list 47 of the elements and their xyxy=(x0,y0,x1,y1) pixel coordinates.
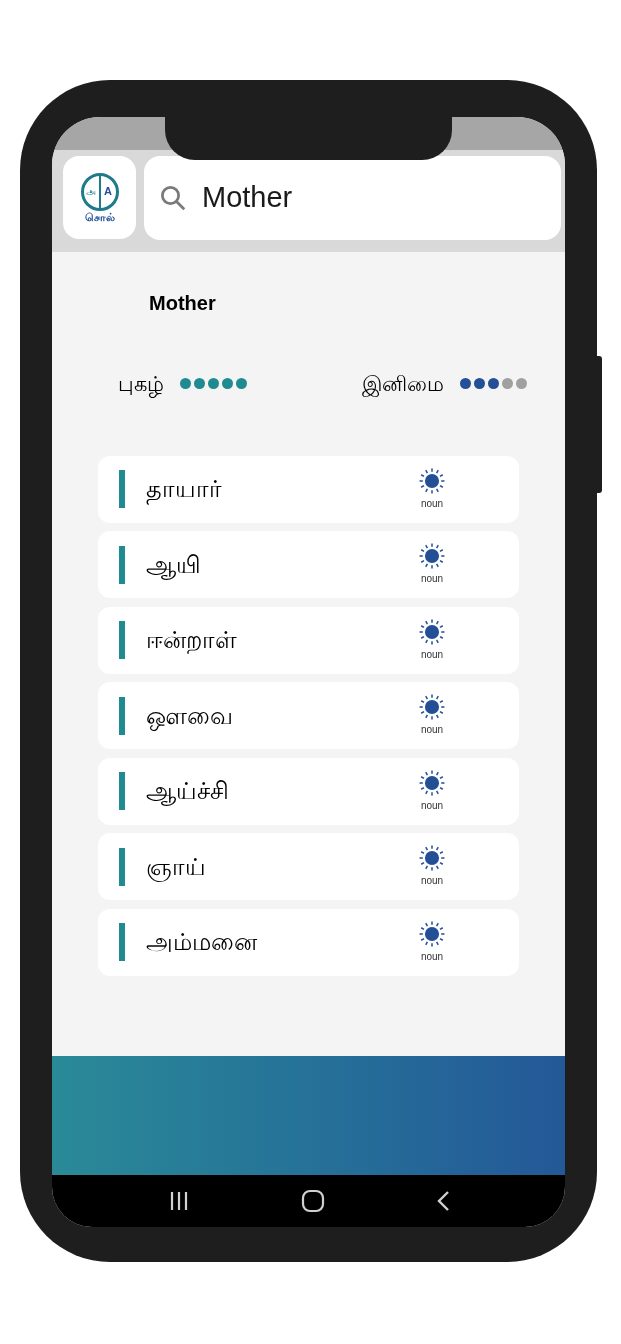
word-text: ஆயி xyxy=(146,549,202,582)
logo-word: சொல் xyxy=(84,211,115,223)
app-logo[interactable]: அ A சொல் xyxy=(63,156,136,239)
word-text: ஆய்ச்சி xyxy=(146,776,230,808)
sun-icon xyxy=(419,769,445,796)
word-text: ஔவை xyxy=(146,700,234,733)
sun-icon xyxy=(419,467,445,494)
rating-label: இனிமை xyxy=(362,371,444,399)
back-icon[interactable] xyxy=(435,1190,450,1212)
sun-icon xyxy=(419,694,445,720)
word-card[interactable]: ஆயி noun xyxy=(98,531,519,598)
sun-icon xyxy=(419,920,445,947)
search-icon xyxy=(158,183,188,213)
accent-bar xyxy=(119,470,125,508)
part-of-speech: noun xyxy=(420,949,444,964)
accent-bar xyxy=(119,621,125,659)
word-card[interactable]: அம்மனை noun xyxy=(98,908,519,976)
word-card[interactable]: தாயார் noun xyxy=(98,455,519,523)
part-of-speech: noun xyxy=(420,798,444,813)
rating-label: புகழ் xyxy=(118,368,164,400)
home-icon[interactable] xyxy=(300,1189,325,1213)
part-of-speech: noun xyxy=(420,647,444,662)
word-card[interactable]: ஞாய் noun xyxy=(98,833,519,900)
search-field[interactable]: Mother xyxy=(144,156,561,240)
logo-letter: அ xyxy=(83,175,101,208)
accent-bar xyxy=(119,545,125,584)
headword: Mother xyxy=(149,291,216,316)
sun-icon xyxy=(419,543,445,569)
word-text: ஈன்றாள் xyxy=(146,625,238,656)
accent-bar xyxy=(119,923,125,961)
word-card[interactable]: ஈன்றாள் noun xyxy=(98,606,519,674)
word-text: தாயார் xyxy=(146,471,419,507)
word-card[interactable]: ஆய்ச்சி noun xyxy=(98,757,519,825)
logo-letter: A xyxy=(103,184,113,200)
search-value: Mother xyxy=(202,180,293,216)
word-text: அம்மனை xyxy=(146,927,258,957)
accent-bar xyxy=(119,696,125,735)
sun-icon xyxy=(419,845,445,871)
accent-bar xyxy=(119,847,125,886)
part-of-speech: noun xyxy=(420,496,444,511)
part-of-speech: noun xyxy=(420,874,444,888)
word-card[interactable]: ஔவை noun xyxy=(98,682,519,749)
part-of-speech: noun xyxy=(420,723,444,737)
word-text: ஞாய் xyxy=(146,851,207,884)
sun-icon xyxy=(419,618,445,645)
accent-bar xyxy=(119,772,125,810)
part-of-speech: noun xyxy=(420,572,444,586)
